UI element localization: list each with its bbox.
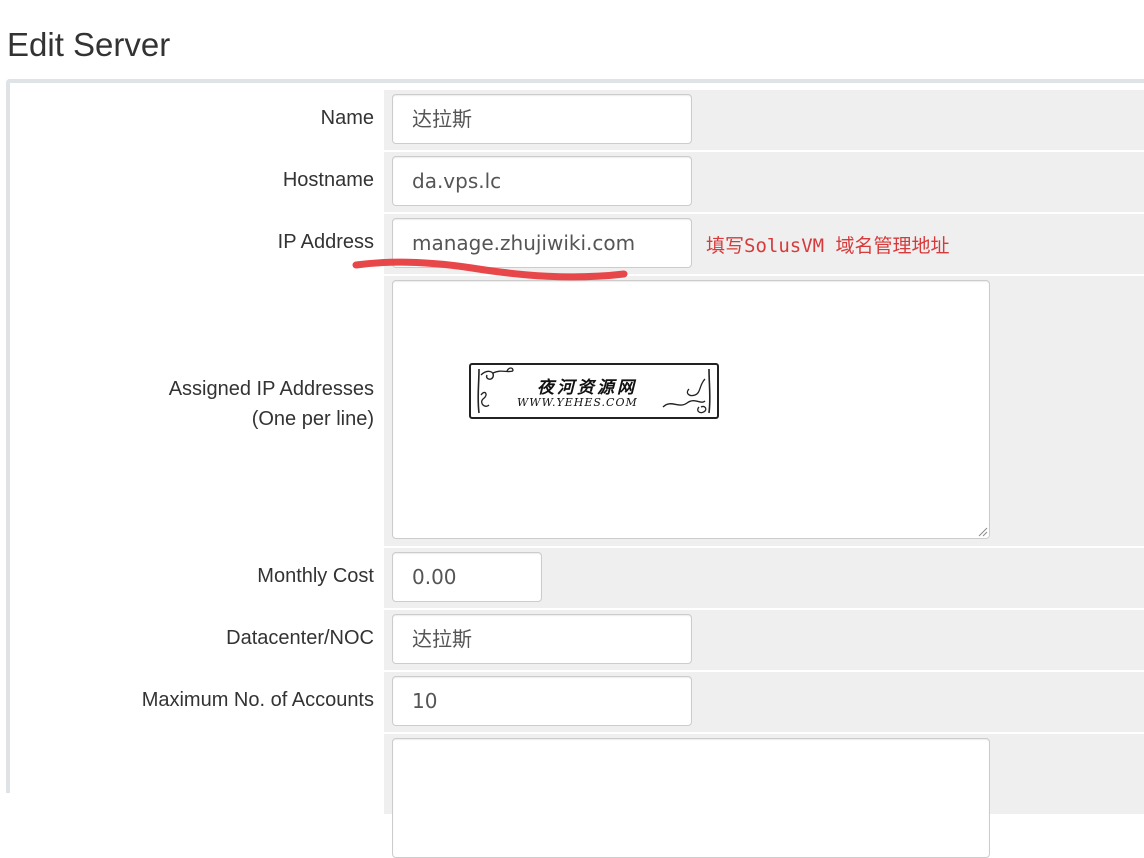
hostname-fieldarea: da.vps.lc — [384, 152, 1144, 212]
next-field-textarea[interactable] — [392, 738, 990, 858]
watermark-title: 夜河资源网 — [537, 378, 637, 398]
assigned-ips-fieldarea: 夜河资源网 WWW.YEHES.COM — [384, 276, 1144, 546]
ip-address-annotation: 填写SolusVM 域名管理地址 — [706, 235, 950, 257]
next-field-label — [20, 734, 374, 814]
page-title: Edit Server — [7, 26, 171, 63]
hostname-row: Hostname da.vps.lc — [20, 152, 1144, 214]
name-label: Name — [320, 107, 374, 129]
monthly-cost-label: Monthly Cost — [257, 565, 374, 587]
monthly-cost-fieldarea: 0.00 — [384, 548, 1144, 608]
max-accounts-row: Maximum No. of Accounts 10 — [20, 672, 1144, 734]
assigned-ips-row: Assigned IP Addresses (One per line) 夜河资… — [20, 276, 1144, 548]
max-accounts-fieldarea: 10 — [384, 672, 1144, 732]
max-accounts-input[interactable]: 10 — [392, 676, 692, 726]
max-accounts-label: Maximum No. of Accounts — [141, 689, 374, 711]
red-underline-mark — [352, 258, 628, 281]
hostname-label: Hostname — [282, 169, 374, 191]
name-row: Name 达拉斯 — [20, 90, 1144, 152]
assigned-ips-label-line1: Assigned IP Addresses — [168, 378, 374, 400]
assigned-ips-textarea[interactable]: 夜河资源网 WWW.YEHES.COM — [392, 280, 990, 539]
monthly-cost-input[interactable]: 0.00 — [392, 552, 542, 602]
edit-server-form: Name 达拉斯 Hostname da.vps.lc IP Address m… — [6, 79, 1144, 858]
hostname-input[interactable]: da.vps.lc — [392, 156, 692, 206]
name-fieldarea: 达拉斯 — [384, 90, 1144, 150]
ip-address-label: IP Address — [277, 231, 374, 253]
ornament-right-icon — [662, 368, 711, 414]
resize-grip-icon[interactable] — [976, 525, 988, 537]
next-field-row — [20, 734, 1144, 858]
datacenter-label: Datacenter/NOC — [226, 627, 374, 649]
assigned-ips-label-line2: (One per line) — [251, 408, 374, 430]
name-input[interactable]: 达拉斯 — [392, 94, 692, 144]
datacenter-fieldarea: 达拉斯 — [384, 610, 1144, 670]
next-field-fieldarea — [384, 734, 1144, 858]
watermark-stamp: 夜河资源网 WWW.YEHES.COM — [469, 363, 719, 419]
datacenter-input[interactable]: 达拉斯 — [392, 614, 692, 664]
watermark-url: WWW.YEHES.COM — [517, 396, 638, 409]
monthly-cost-row: Monthly Cost 0.00 — [20, 548, 1144, 610]
ornament-left-icon — [477, 367, 514, 414]
datacenter-row: Datacenter/NOC 达拉斯 — [20, 610, 1144, 672]
assigned-ips-label: Assigned IP Addresses (One per line) — [20, 276, 374, 546]
